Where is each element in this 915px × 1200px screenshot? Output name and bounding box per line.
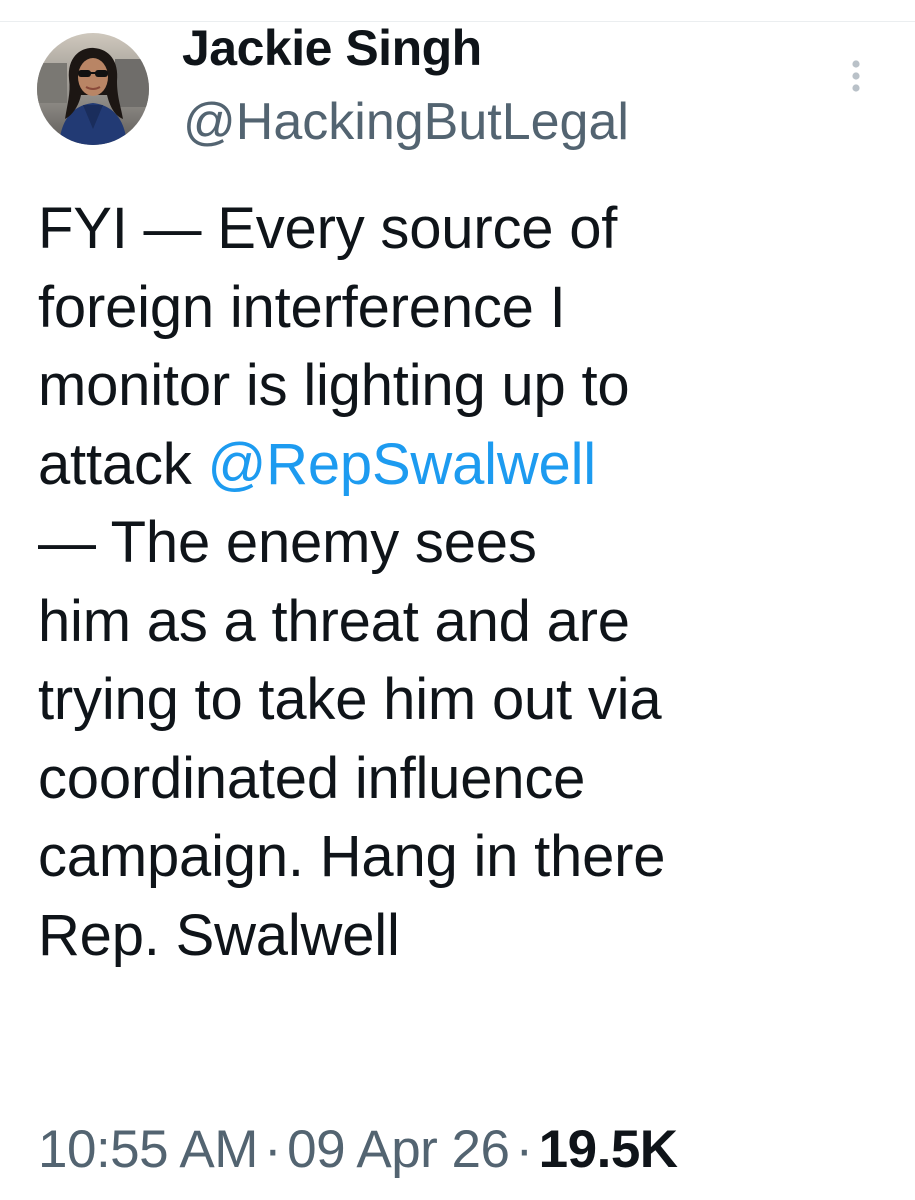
- view-count[interactable]: 19.5K: [539, 1120, 678, 1179]
- author-handle[interactable]: @HackingButLegal: [183, 92, 629, 152]
- tweet-text: FYI — Every source of foreign interferen…: [38, 190, 898, 975]
- meta-separator: ·: [515, 1120, 534, 1179]
- tweet-line-prefix: attack: [38, 431, 208, 497]
- tweet-line: trying to take him out via: [38, 667, 662, 732]
- tweet-line: coordinated influence: [38, 745, 586, 811]
- tweet-line: FYI — Every source of: [38, 196, 618, 261]
- tweet-line: campaign. Hang in there: [38, 824, 666, 889]
- tweet-line: monitor is lighting up to: [38, 353, 630, 418]
- author-display-name[interactable]: Jackie Singh: [182, 20, 482, 76]
- tweet-line: him as a threat and are: [38, 588, 630, 654]
- tweet-time[interactable]: 10:55 AM: [38, 1120, 258, 1179]
- tweet-date[interactable]: 09 Apr 26: [287, 1120, 510, 1179]
- tweet-line: — The enemy sees: [38, 510, 537, 575]
- tweet-meta: 10:55 AM · 09 Apr 26 · 19.5K: [38, 1118, 678, 1182]
- mention-link[interactable]: @RepSwalwell: [207, 432, 596, 497]
- tweet-line: foreign interference I: [38, 274, 566, 340]
- more-vertical-icon[interactable]: [842, 58, 870, 98]
- tweet-line: Rep. Swalwell: [38, 902, 400, 968]
- tweet-line: attack @RepSwalwell: [38, 426, 898, 505]
- avatar[interactable]: [37, 33, 149, 145]
- meta-separator: ·: [263, 1120, 282, 1179]
